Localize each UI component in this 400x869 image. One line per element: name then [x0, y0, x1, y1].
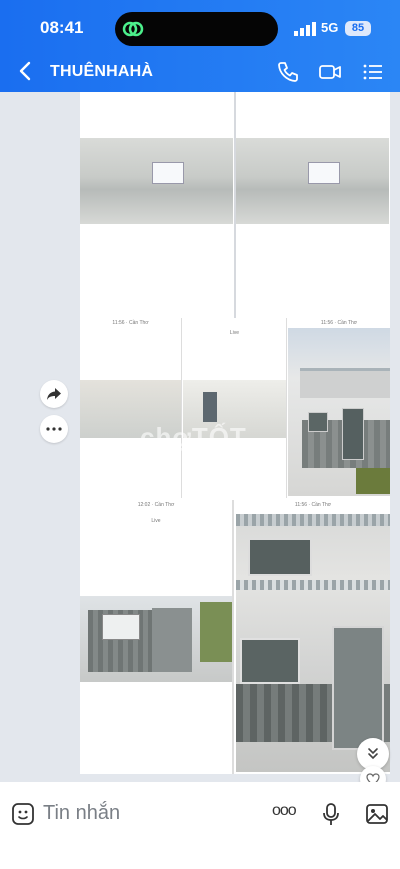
watermark: chợTỐT: [140, 422, 247, 452]
message-input[interactable]: Tin nhắn: [43, 802, 120, 825]
screenshot-caption: 11:56 · Cần Thơ: [294, 502, 332, 508]
screenshot-thumb[interactable]: 11:56 · Cần Thơ: [80, 318, 182, 498]
window: [152, 162, 184, 184]
sticker-face-icon[interactable]: [10, 801, 36, 827]
image-icon[interactable]: [364, 801, 390, 827]
window: [308, 412, 328, 432]
more-button[interactable]: [40, 415, 68, 443]
window: [248, 538, 312, 576]
door: [203, 392, 217, 422]
plants: [356, 468, 390, 494]
back-chevron-icon[interactable]: [16, 60, 36, 82]
battery-level: 85: [345, 21, 371, 36]
signal-icon: [294, 22, 316, 36]
open-door: [152, 608, 192, 672]
network-type: 5G: [321, 20, 339, 35]
conversation-title[interactable]: THUÊNHAHÀ: [50, 63, 153, 81]
screenshot-thumb[interactable]: 11:56 · Cần Thơ: [288, 318, 390, 498]
status-time: 08:41: [40, 18, 84, 37]
message-input-bar: Tin nhắn ooo: [0, 782, 400, 869]
forward-button[interactable]: [40, 380, 68, 408]
window: [240, 638, 300, 684]
room-photo[interactable]: [80, 138, 233, 224]
screenshot-caption: 12:02 · Cần Thơ: [137, 502, 175, 508]
room-photo[interactable]: [236, 138, 389, 224]
image-message[interactable]: 11:56 · Cần Thơ Live 11:56 · Cần Thơ 12:…: [80, 92, 390, 774]
screenshot-caption: 11:56 · Cần Thơ: [112, 320, 149, 326]
tree: [200, 602, 232, 662]
window: [308, 162, 340, 184]
list-menu-icon[interactable]: [361, 60, 385, 84]
screenshot-thumb[interactable]: 12:02 · Cần Thơ Live: [80, 500, 234, 774]
app-logo-icon: [122, 21, 144, 37]
share-forward-icon: [47, 388, 61, 400]
phone-icon[interactable]: [276, 60, 300, 84]
video-camera-icon[interactable]: [318, 60, 342, 84]
screenshot-thumb[interactable]: Live: [183, 318, 287, 498]
screenshot-thumb[interactable]: 11:56 · Cần Thơ: [236, 500, 390, 774]
more-dots-icon: [46, 427, 62, 431]
more-options-icon[interactable]: ooo: [272, 802, 300, 828]
roof: [300, 368, 390, 398]
house-photo: [288, 328, 390, 496]
window: [102, 614, 140, 640]
chat-header: 08:41 5G 85 THUÊNHAHÀ: [0, 0, 400, 92]
live-label: Live: [151, 518, 161, 524]
awning: [236, 514, 390, 526]
live-label: Live: [229, 330, 240, 336]
door: [342, 408, 364, 460]
double-chevron-down-icon: [368, 748, 378, 760]
microphone-icon[interactable]: [318, 801, 344, 827]
door: [332, 626, 384, 750]
house-photo: [236, 514, 390, 772]
house-photo: [80, 596, 232, 682]
roof: [236, 580, 390, 590]
dynamic-island: [115, 12, 278, 46]
